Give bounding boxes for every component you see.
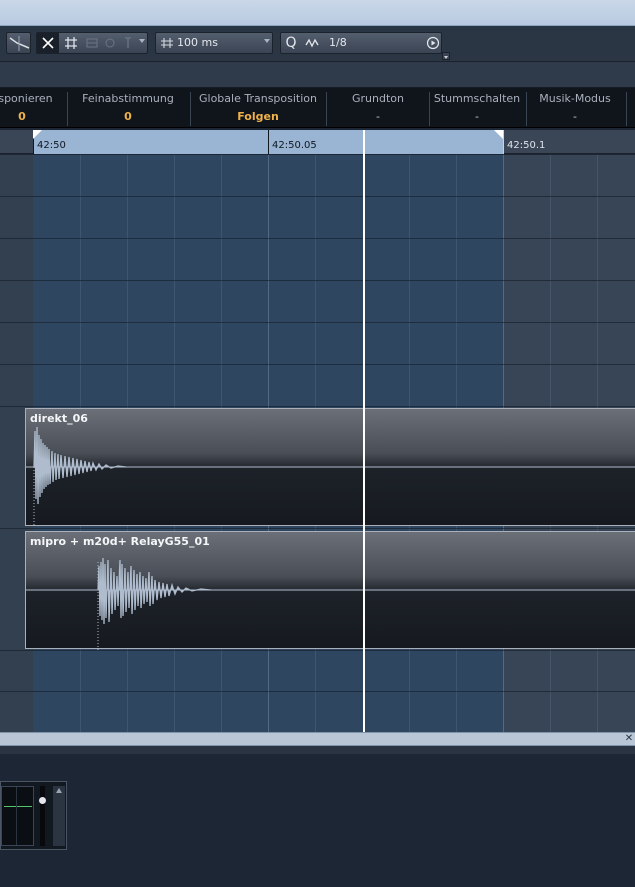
project-cursor[interactable] [363,130,365,732]
magnetic-cursor-button[interactable] [119,33,137,53]
snap-dropdown-arrow[interactable] [139,39,145,43]
info-value: - [475,110,479,123]
info-col-root-key[interactable]: Grundton - [328,88,428,128]
quantize-value[interactable]: 1/8 [329,33,347,53]
waveform [26,557,635,650]
ruler-label: 42:50.1 [507,140,546,151]
zone-divider[interactable] [0,746,635,754]
audio-event[interactable]: direkt_06 [25,408,635,527]
info-col-mute[interactable]: Stummschalten - [431,88,523,128]
cycle-icon [105,38,115,48]
info-value: 0 [18,110,26,123]
info-col-music-mode[interactable]: Musik-Modus - [528,88,622,128]
audio-event[interactable]: mipro + m20d+ RelayG55_01 [25,531,635,650]
info-separator [326,92,327,126]
info-label: Musik-Modus [539,92,611,105]
info-col-global-transpose[interactable]: Globale Transposition Folgen [192,88,324,128]
snap-time-dropdown-arrow[interactable] [264,39,270,43]
track-divider [0,650,635,651]
track-divider [0,196,635,197]
info-value: 0 [124,110,132,123]
level-meter [1,786,34,846]
waveform [26,426,635,527]
volume-fader-track[interactable] [40,786,45,846]
ruler-label: 42:50 [37,140,66,151]
channel-strip [0,781,67,850]
info-value: - [376,110,380,123]
grid-icon [65,37,77,49]
event-name: mipro + m20d+ RelayG55_01 [30,535,210,548]
event-name: direkt_06 [30,412,88,425]
quantize-q-icon: Q [285,35,297,51]
play-icon [426,36,440,50]
track-divider [0,238,635,239]
snap-toggle-icon [42,37,54,49]
info-col-transpose[interactable]: nsponieren 0 [0,88,54,128]
meter-level-line [4,806,32,807]
info-label: Globale Transposition [199,92,317,105]
ruler-tick [268,130,269,154]
grid-relative-button[interactable] [83,33,101,53]
volume-fader-handle[interactable] [39,797,46,804]
info-line: nsponieren 0 Feinabstimmung 0 Globale Tr… [0,88,635,128]
quantize-apply-button[interactable] [425,33,441,53]
track-divider [0,406,635,407]
toolbar: 100 ms Q 1/8 [0,26,635,62]
strip-scrollbar[interactable] [53,786,65,846]
info-separator [190,92,191,126]
horizontal-scrollbar[interactable]: ✕ [0,732,635,746]
info-value: - [573,110,577,123]
snap-time-value: 100 ms [177,36,218,49]
toolbar-expand-button[interactable] [442,52,450,60]
status-band [0,62,635,88]
info-separator [526,92,527,126]
ruler-tick [503,130,504,154]
magnet-icon [125,37,131,48]
quantize-group: Q 1/8 [280,32,442,54]
app-window: 100 ms Q 1/8 sponieren 0 Feinabstimmung … [0,0,635,887]
quantize-button[interactable]: Q [281,33,301,53]
title-bar [0,0,635,26]
info-separator [67,92,68,126]
info-label: Grundton [352,92,404,105]
scroll-up-icon[interactable] [56,788,62,793]
snap-type-icon [9,36,30,51]
snap-toggle-button[interactable] [37,33,59,53]
snap-type-button[interactable] [6,32,31,54]
grid-relative-icon [86,38,98,48]
track-divider [0,691,635,692]
track-divider [0,322,635,323]
info-separator [429,92,430,126]
event-display[interactable]: direkt_06 mipro + m20d+ RelayG55_01 [0,155,635,732]
info-value: Folgen [237,110,279,123]
close-icon[interactable]: ✕ [623,733,635,745]
info-separator [626,92,627,126]
left-locator-marker[interactable] [33,130,42,139]
info-col-fine-tune[interactable]: Feinabstimmung 0 [69,88,187,128]
track-divider [0,280,635,281]
ruler-label: 42:50.05 [272,140,317,151]
right-locator-marker[interactable] [494,130,503,139]
info-label: Feinabstimmung [82,92,174,105]
timeline-ruler[interactable]: 42:50 42:50.05 42:50.1 [0,130,635,154]
info-label: nsponieren [0,92,53,105]
iterative-quantize-button[interactable] [303,33,323,53]
info-label: Stummschalten [433,92,521,105]
grid-button[interactable] [61,33,81,53]
wave-quantize-icon [305,38,319,48]
lower-zone [0,754,635,887]
grid-type-select[interactable]: 100 ms [155,32,273,54]
snap-group [36,32,148,54]
track-divider [0,528,635,529]
grid-small-icon [161,38,173,48]
events-button[interactable] [101,33,119,53]
track-divider [0,364,635,365]
